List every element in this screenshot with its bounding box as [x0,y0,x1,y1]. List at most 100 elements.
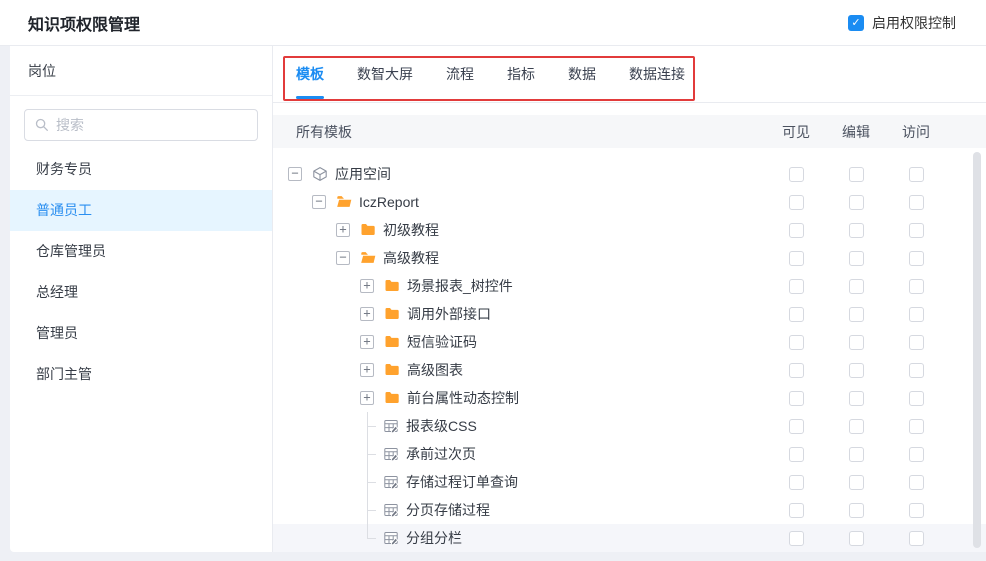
tree-node-label[interactable]: 承前过次页 [406,444,476,464]
search-box[interactable] [24,109,258,141]
permission-checkbox-col-3[interactable] [909,335,924,350]
permission-checkbox-col-3[interactable] [909,447,924,462]
permission-checkbox-col-1[interactable] [789,167,804,182]
tab[interactable]: 指标 [507,46,535,102]
permission-checkbox-col-1[interactable] [789,251,804,266]
permission-cell [826,167,886,182]
permission-checkbox-col-1[interactable] [789,279,804,294]
sidebar-position-item[interactable]: 财务专员 [10,149,272,190]
tree-node-label[interactable]: 分组分栏 [406,528,462,548]
sidebar-position-item[interactable]: 普通员工 [10,190,272,231]
permission-checkbox-col-1[interactable] [789,223,804,238]
permission-checkbox-col-2[interactable] [849,419,864,434]
sidebar-position-item[interactable]: 管理员 [10,313,272,354]
permission-checkbox-col-2[interactable] [849,223,864,238]
permission-checkbox-col-3[interactable] [909,167,924,182]
permission-checkbox-col-1[interactable] [789,447,804,462]
permission-checkbox-col-1[interactable] [789,419,804,434]
enable-permission-control[interactable]: ✓ 启用权限控制 [848,13,956,33]
expand-toggle-icon[interactable]: + [360,335,374,349]
permission-checkbox-col-3[interactable] [909,503,924,518]
tree-row: + 短信验证码 [273,328,986,356]
permission-cell [766,279,826,294]
tree-node-label[interactable]: 存储过程订单查询 [406,472,518,492]
permission-cell [826,279,886,294]
permission-checkbox-col-2[interactable] [849,251,864,266]
permission-checkbox-col-3[interactable] [909,307,924,322]
folder-icon [384,278,400,294]
permission-checkbox-col-2[interactable] [849,167,864,182]
permission-cell [766,531,826,546]
tab[interactable]: 数智大屏 [357,46,413,102]
tab[interactable]: 数据连接 [629,46,685,102]
tree-node-label[interactable]: 报表级CSS [406,416,477,436]
permission-checkbox-col-1[interactable] [789,307,804,322]
permission-checkbox-col-1[interactable] [789,195,804,210]
permission-checkbox-col-2[interactable] [849,363,864,378]
permission-checkbox-col-3[interactable] [909,391,924,406]
tab-active[interactable]: 模板 [296,46,324,102]
tree-node-label[interactable]: 前台属性动态控制 [407,388,519,408]
permission-checkbox-col-3[interactable] [909,531,924,546]
tab[interactable]: 流程 [446,46,474,102]
tab[interactable]: 数据 [568,46,596,102]
permission-checkbox-col-1[interactable] [789,363,804,378]
permission-checkbox-col-2[interactable] [849,475,864,490]
permission-cell [826,195,886,210]
tree-node-label[interactable]: 分页存储过程 [406,500,490,520]
enable-permission-checkbox[interactable]: ✓ [848,15,864,31]
permission-checkbox-col-2[interactable] [849,391,864,406]
sidebar-position-item[interactable]: 仓库管理员 [10,231,272,272]
collapse-toggle-icon[interactable]: − [312,195,326,209]
tree-node-label[interactable]: 高级教程 [383,248,439,268]
tree-node: − 高级教程 [273,244,766,272]
position-list: 财务专员普通员工仓库管理员总经理管理员部门主管 [10,149,272,395]
expand-toggle-icon[interactable]: + [360,363,374,377]
expand-toggle-icon[interactable]: + [336,223,350,237]
permission-checkbox-col-3[interactable] [909,419,924,434]
folder-icon [384,306,400,322]
permission-cell [886,279,946,294]
permission-checkbox-col-3[interactable] [909,279,924,294]
tree-node-label[interactable]: 初级教程 [383,220,439,240]
permission-checkbox-col-3[interactable] [909,475,924,490]
permission-checkbox-col-2[interactable] [849,195,864,210]
permission-cell [826,391,886,406]
tree-node-label[interactable]: 调用外部接口 [407,304,491,324]
permission-checkbox-col-2[interactable] [849,335,864,350]
permission-cell [886,475,946,490]
tree-row: − 应用空间 [273,160,986,188]
permission-checkbox-col-2[interactable] [849,531,864,546]
tree-node: − 应用空间 [273,160,766,188]
permission-cell [826,307,886,322]
tree-node-label[interactable]: 场景报表_树控件 [407,276,513,296]
permission-checkbox-col-1[interactable] [789,335,804,350]
search-input[interactable] [56,117,247,133]
tree-node-label[interactable]: 短信验证码 [407,332,477,352]
permission-checkbox-col-2[interactable] [849,503,864,518]
permission-checkbox-col-3[interactable] [909,223,924,238]
tree-node-label[interactable]: 应用空间 [335,164,391,184]
expand-toggle-icon[interactable]: + [360,307,374,321]
permission-checkbox-col-2[interactable] [849,279,864,294]
permission-checkbox-col-2[interactable] [849,307,864,322]
permission-cell [766,391,826,406]
permission-checkbox-col-1[interactable] [789,503,804,518]
sidebar-position-item[interactable]: 总经理 [10,272,272,313]
vertical-scrollbar-thumb[interactable] [973,152,981,548]
permission-checkbox-col-1[interactable] [789,475,804,490]
permission-checkbox-col-3[interactable] [909,363,924,378]
permission-checkbox-col-1[interactable] [789,391,804,406]
expand-toggle-icon[interactable]: + [360,279,374,293]
expand-toggle-icon[interactable]: + [360,391,374,405]
tree-node-label[interactable]: 高级图表 [407,360,463,380]
permission-checkbox-col-3[interactable] [909,251,924,266]
tree-node-label[interactable]: IczReport [359,194,419,210]
collapse-toggle-icon[interactable]: − [288,167,302,181]
collapse-toggle-icon[interactable]: − [336,251,350,265]
sidebar-position-item[interactable]: 部门主管 [10,354,272,395]
report-icon [383,418,399,434]
permission-checkbox-col-1[interactable] [789,531,804,546]
permission-checkbox-col-2[interactable] [849,447,864,462]
permission-checkbox-col-3[interactable] [909,195,924,210]
